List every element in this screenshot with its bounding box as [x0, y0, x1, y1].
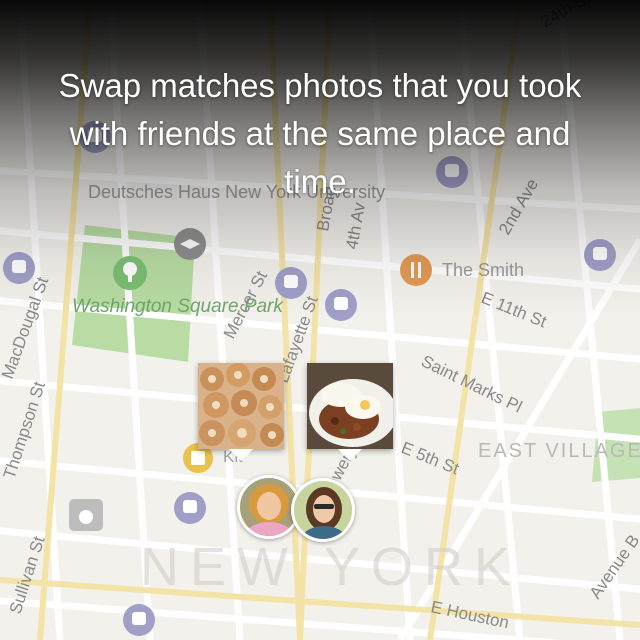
subway-icon[interactable] [123, 604, 155, 636]
bagels-photo-thumbnail [198, 363, 284, 449]
breakfast-photo-thumbnail [307, 363, 393, 449]
subway-icon[interactable] [174, 492, 206, 524]
restaurant-icon[interactable] [400, 254, 432, 286]
neighborhood-label: EAST VILLAGE [478, 440, 640, 462]
person-photo [240, 478, 298, 536]
subway-icon[interactable] [584, 239, 616, 271]
subway-icon[interactable] [275, 267, 307, 299]
subway-icon[interactable] [325, 289, 357, 321]
subway-icon[interactable] [3, 252, 35, 284]
graduation-cap-icon[interactable] [174, 228, 206, 260]
photo-pin-bagels[interactable] [198, 363, 284, 461]
friend-avatar-two[interactable] [291, 478, 355, 542]
photo-pin-breakfast[interactable] [307, 363, 393, 461]
park-tree-icon[interactable] [113, 256, 147, 290]
apple-store-icon[interactable] [69, 499, 103, 531]
person-photo [294, 481, 352, 539]
restaurant-label: The Smith [442, 260, 524, 280]
headline: Swap matches photos that you took with f… [58, 67, 582, 200]
city-label: NEW YORK [140, 537, 522, 597]
